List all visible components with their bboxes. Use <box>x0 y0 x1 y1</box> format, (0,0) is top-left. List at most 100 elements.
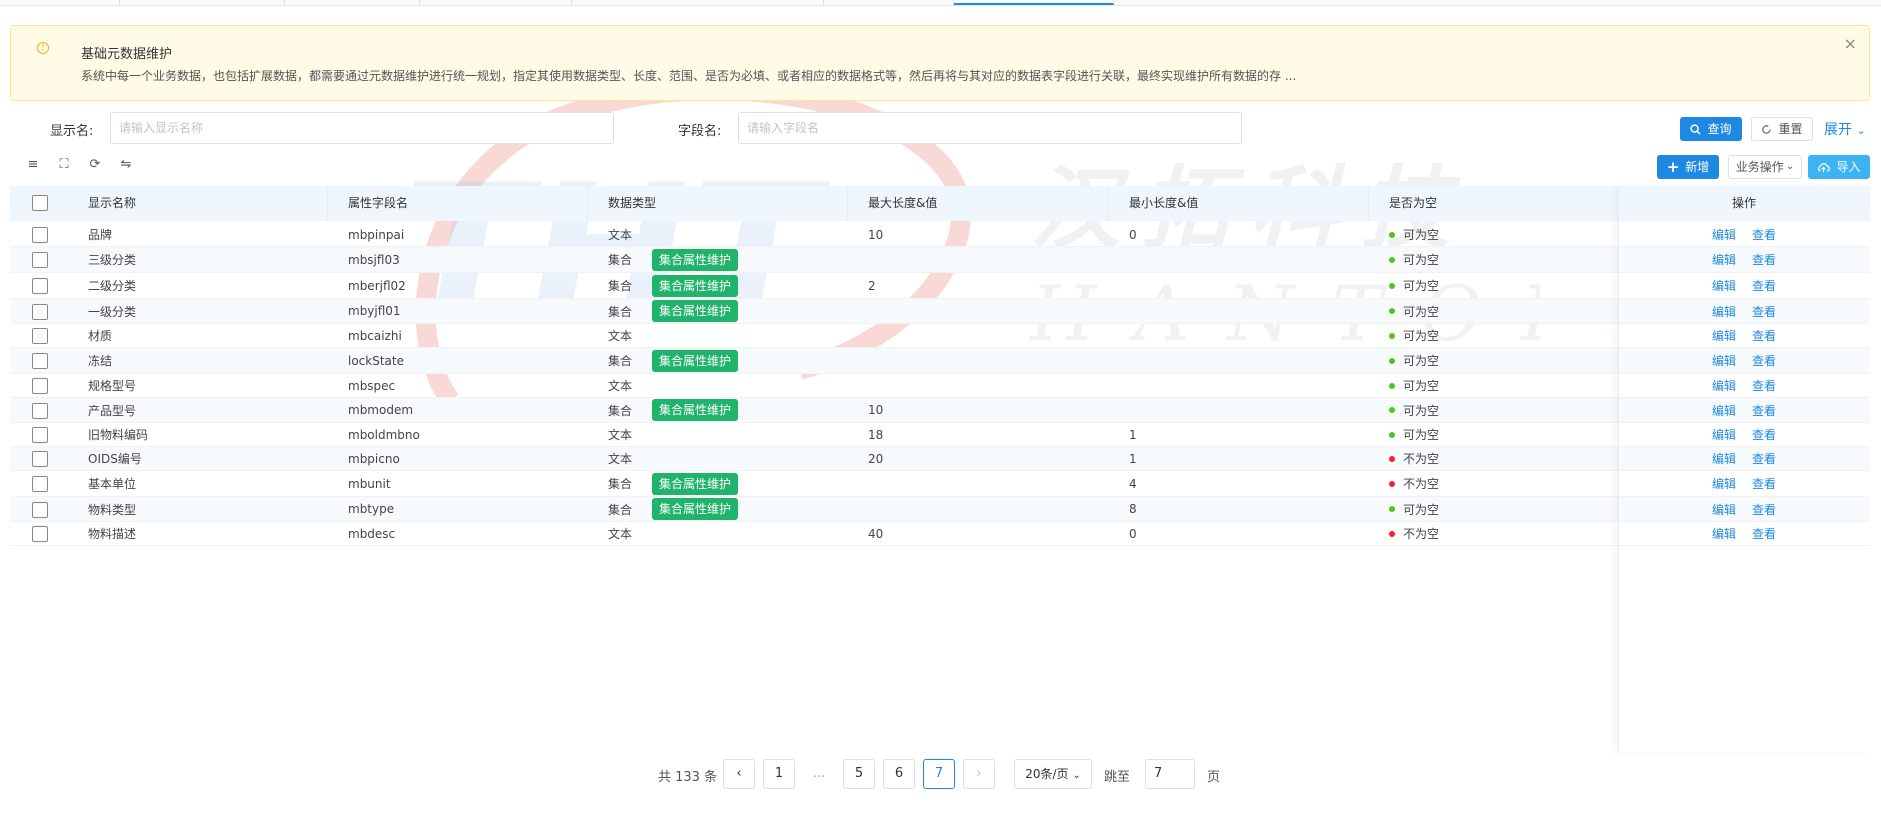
view-link[interactable]: 查看 <box>1752 352 1776 369</box>
page-button-6[interactable]: 6 <box>883 759 915 789</box>
page-button-5[interactable]: 5 <box>843 759 875 789</box>
nullable-text: 可为空 <box>1403 329 1440 343</box>
row-checkbox[interactable] <box>32 427 48 443</box>
cell-data-type: 集合 集合属性维护 <box>588 497 848 521</box>
nullable-text: 不为空 <box>1403 477 1440 491</box>
edit-link[interactable]: 编辑 <box>1712 402 1736 419</box>
nullable-text: 可为空 <box>1403 228 1440 242</box>
table-row: 物料类型 mbtype 集合 集合属性维护 8 可为空 编辑 查看 <box>10 497 1870 522</box>
cell-display-name: 规格型号 <box>88 379 137 393</box>
search-icon <box>1690 123 1702 135</box>
view-link[interactable]: 查看 <box>1752 327 1776 344</box>
refresh-icon[interactable]: ⟳ <box>88 158 102 172</box>
plus-icon: + <box>1666 158 1680 176</box>
edit-link[interactable]: 编辑 <box>1712 303 1736 320</box>
display-name-input[interactable] <box>110 112 614 144</box>
cell-field-name: mbspec <box>348 378 396 393</box>
nullable-text: 可为空 <box>1403 253 1440 267</box>
edit-link[interactable]: 编辑 <box>1712 251 1736 268</box>
cell-nullable: 可为空 <box>1369 497 1618 521</box>
edit-link[interactable]: 编辑 <box>1712 426 1736 443</box>
expand-link[interactable]: 展开 ⌄ <box>1824 119 1866 139</box>
view-link[interactable]: 查看 <box>1752 475 1776 492</box>
view-link[interactable]: 查看 <box>1752 501 1776 518</box>
cell-actions: 编辑 查看 <box>1618 374 1870 397</box>
import-label: 导入 <box>1836 160 1861 174</box>
view-link[interactable]: 查看 <box>1752 426 1776 443</box>
page-ellipsis[interactable]: ... <box>813 766 825 781</box>
edit-link[interactable]: 编辑 <box>1712 475 1736 492</box>
collection-attr-button[interactable]: 集合属性维护 <box>652 300 739 322</box>
cell-display-name: 材质 <box>88 329 113 343</box>
prev-page-button[interactable]: ‹ <box>723 759 755 789</box>
page-size-select[interactable]: 20条/页 ⌄ <box>1014 759 1092 789</box>
cell-display-name: 旧物料编码 <box>88 428 149 442</box>
close-icon[interactable]: × <box>1844 34 1857 53</box>
row-checkbox[interactable] <box>32 303 48 320</box>
edit-link[interactable]: 编辑 <box>1712 277 1736 294</box>
cell-actions: 编辑 查看 <box>1618 522 1870 545</box>
row-checkbox[interactable] <box>32 252 48 268</box>
cell-actions: 编辑 查看 <box>1618 398 1870 422</box>
cell-data-type: 集合 集合属性维护 <box>588 299 848 323</box>
cell-display-name: OIDS编号 <box>88 452 142 466</box>
reset-button[interactable]: 重置 <box>1751 117 1813 141</box>
cell-field-name: mboldmbno <box>348 427 420 442</box>
row-checkbox[interactable] <box>32 526 48 542</box>
edit-link[interactable]: 编辑 <box>1712 501 1736 518</box>
import-button[interactable]: 导入 <box>1808 155 1870 179</box>
cell-min-length: 4 <box>1129 476 1137 491</box>
select-all-checkbox[interactable] <box>32 195 48 211</box>
view-link[interactable]: 查看 <box>1752 251 1776 268</box>
row-checkbox[interactable] <box>32 278 48 294</box>
collection-attr-button[interactable]: 集合属性维护 <box>652 349 739 372</box>
view-link[interactable]: 查看 <box>1752 377 1776 394</box>
row-checkbox[interactable] <box>32 378 48 394</box>
info-alert: ! 基础元数据维护 系统中每一个业务数据，也包括扩展数据，都需要通过元数据维护进… <box>10 25 1870 101</box>
next-page-button[interactable]: › <box>963 759 995 789</box>
view-link[interactable]: 查看 <box>1752 402 1776 419</box>
cell-nullable: 不为空 <box>1369 447 1618 470</box>
row-checkbox[interactable] <box>32 476 48 492</box>
collection-attr-button[interactable]: 集合属性维护 <box>652 248 739 271</box>
row-checkbox[interactable] <box>32 353 48 369</box>
edit-link[interactable]: 编辑 <box>1712 525 1736 542</box>
column-settings-icon[interactable]: ≡ <box>26 158 40 172</box>
page-button-1[interactable]: 1 <box>763 759 795 789</box>
add-label: 新增 <box>1685 160 1710 174</box>
display-name-label: 显示名: <box>50 124 94 139</box>
collection-attr-button[interactable]: 集合属性维护 <box>652 472 739 495</box>
edit-link[interactable]: 编辑 <box>1712 352 1736 369</box>
nullable-text: 可为空 <box>1403 379 1440 393</box>
fullscreen-icon[interactable]: ⛶ <box>57 158 71 172</box>
business-ops-dropdown[interactable]: 业务操作 ⌄ <box>1728 155 1802 179</box>
add-button[interactable]: + 新增 <box>1657 155 1719 179</box>
density-icon[interactable]: ⇋ <box>119 158 133 172</box>
cell-field-name: mbyjfl01 <box>348 304 401 318</box>
edit-link[interactable]: 编辑 <box>1712 327 1736 344</box>
view-link[interactable]: 查看 <box>1752 226 1776 243</box>
view-link[interactable]: 查看 <box>1752 450 1776 467</box>
edit-link[interactable]: 编辑 <box>1712 226 1736 243</box>
page-button-7[interactable]: 7 <box>923 759 955 789</box>
row-checkbox[interactable] <box>32 227 48 243</box>
view-link[interactable]: 查看 <box>1752 303 1776 320</box>
collection-attr-button[interactable]: 集合属性维护 <box>652 399 739 421</box>
cell-data-type: 文本 <box>588 423 848 446</box>
query-button[interactable]: 查询 <box>1680 117 1742 141</box>
edit-link[interactable]: 编辑 <box>1712 450 1736 467</box>
chevron-down-icon: ⌄ <box>1785 161 1795 172</box>
row-checkbox[interactable] <box>32 402 48 419</box>
row-checkbox[interactable] <box>32 451 48 467</box>
data-type-text: 文本 <box>608 452 633 466</box>
collection-attr-button[interactable]: 集合属性维护 <box>652 274 739 297</box>
jump-input[interactable]: 7 <box>1145 759 1195 789</box>
view-link[interactable]: 查看 <box>1752 277 1776 294</box>
field-name-input[interactable] <box>738 112 1242 144</box>
collection-attr-button[interactable]: 集合属性维护 <box>652 498 739 520</box>
edit-link[interactable]: 编辑 <box>1712 377 1736 394</box>
view-link[interactable]: 查看 <box>1752 525 1776 542</box>
status-dot-icon <box>1389 431 1395 438</box>
row-checkbox[interactable] <box>32 501 48 518</box>
row-checkbox[interactable] <box>32 328 48 344</box>
